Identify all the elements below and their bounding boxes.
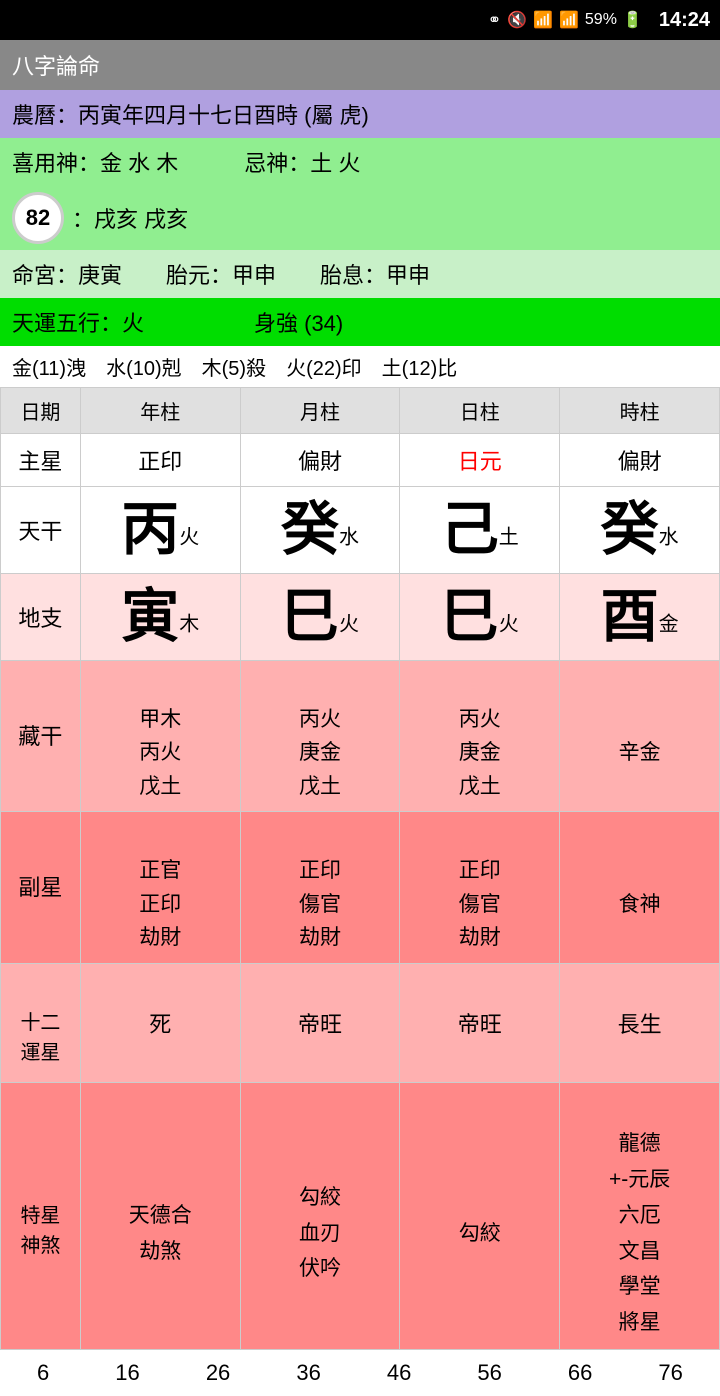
zanggan-label: 藏干	[1, 661, 81, 812]
score-badge: 82	[12, 192, 64, 244]
clock: 14:24	[659, 9, 710, 32]
title-bar: 八字論命	[0, 40, 720, 90]
lunar-calendar-text: 農曆：丙寅年四月十七日酉時 (屬 虎)	[12, 103, 369, 128]
battery-text: 59%	[585, 11, 617, 29]
yunxing-row: 十二 運星 死 帝旺 帝旺 長生	[1, 963, 720, 1082]
zhuxing-col1: 正印	[80, 434, 240, 487]
fuxing-label: 副星	[1, 812, 81, 963]
bluetooth-icon: ⚭	[488, 10, 501, 30]
zhuxing-col2: 偏財	[240, 434, 400, 487]
minggong-text: 命宮：庚寅 胎元：甲申 胎息：甲申	[12, 263, 430, 288]
yunxing-col3: 帝旺	[400, 963, 560, 1082]
dizhi-col3: 巳火	[400, 574, 560, 661]
yunxing-col2: 帝旺	[240, 963, 400, 1082]
xiyong-text: 喜用神：金 水 木 忌神：土 火	[12, 151, 360, 176]
fuxing-col4: 食神	[560, 812, 720, 963]
bottom-num-1: 16	[115, 1360, 139, 1386]
zanggan-row: 藏干 甲木 丙火 戊土 丙火 庚金 戊土 丙火 庚金 戊土 辛金	[1, 661, 720, 812]
xiyong-row: 喜用神：金 水 木 忌神：土 火	[0, 138, 720, 186]
header-col3: 日柱	[400, 388, 560, 434]
texing-col1: 天德合 劫煞	[80, 1082, 240, 1349]
texing-label: 特星 神煞	[1, 1082, 81, 1349]
mute-icon: 🔇	[507, 10, 527, 30]
yunxing-col1: 死	[80, 963, 240, 1082]
texing-col2: 勾絞 血刃 伏吟	[240, 1082, 400, 1349]
status-bar: ⚭ 🔇 📶 📶 59% 🔋 14:24	[0, 0, 720, 40]
minggong-row: 命宮：庚寅 胎元：甲申 胎息：甲申	[0, 250, 720, 298]
tianyun-text: 天運五行：火 身強 (34)	[12, 311, 343, 336]
dizhi-col1: 寅木	[80, 574, 240, 661]
wuxing-text: 金(11)洩 水(10)剋 木(5)殺 火(22)印 土(12)比	[12, 352, 457, 381]
texing-col4: 龍德 +-元辰 六厄 文昌 學堂 將星	[560, 1082, 720, 1349]
tiangan-col1: 丙火	[80, 487, 240, 574]
tiangan-label: 天干	[1, 487, 81, 574]
texing-row: 特星 神煞 天德合 劫煞 勾絞 血刃 伏吟 勾絞 龍德 +-元辰 六厄 文昌 學…	[1, 1082, 720, 1349]
zanggan-col2: 丙火 庚金 戊土	[240, 661, 400, 812]
wuxing-row: 金(11)洩 水(10)剋 木(5)殺 火(22)印 土(12)比	[0, 346, 720, 387]
fuxing-col2: 正印 傷官 劫財	[240, 812, 400, 963]
bottom-num-0: 6	[37, 1360, 49, 1386]
dizhi-col2: 巳火	[240, 574, 400, 661]
yunxing-col4: 長生	[560, 963, 720, 1082]
header-col0: 日期	[1, 388, 81, 434]
lunar-calendar-row: 農曆：丙寅年四月十七日酉時 (屬 虎)	[0, 90, 720, 138]
bottom-num-4: 46	[387, 1360, 411, 1386]
fuxing-col3: 正印 傷官 劫財	[400, 812, 560, 963]
header-col2: 月柱	[240, 388, 400, 434]
zanggan-col1: 甲木 丙火 戊土	[80, 661, 240, 812]
bottom-num-6: 66	[568, 1360, 592, 1386]
tiangan-col3: 己土	[400, 487, 560, 574]
tiangan-row: 天干 丙火 癸水 己土 癸水	[1, 487, 720, 574]
zhuxing-col3: 日元	[400, 434, 560, 487]
zhuxing-col4: 偏財	[560, 434, 720, 487]
zhuxing-row: 主星 正印 偏財 日元 偏財	[1, 434, 720, 487]
bottom-num-5: 56	[477, 1360, 501, 1386]
bottom-numbers-row: 6 16 26 36 46 56 66 76	[0, 1350, 720, 1396]
yunxing-label: 十二 運星	[1, 963, 81, 1082]
dizhi-col4: 酉金	[560, 574, 720, 661]
header-col4: 時柱	[560, 388, 720, 434]
zanggan-col3: 丙火 庚金 戊土	[400, 661, 560, 812]
fuxing-col1: 正官 正印 劫財	[80, 812, 240, 963]
bottom-num-2: 26	[206, 1360, 230, 1386]
wifi-icon: 📶	[533, 10, 553, 30]
app-title: 八字論命	[12, 49, 100, 81]
main-content: 農曆：丙寅年四月十七日酉時 (屬 虎) 喜用神：金 水 木 忌神：土 火 82 …	[0, 90, 720, 1396]
bottom-num-7: 76	[658, 1360, 682, 1386]
bottom-num-3: 36	[296, 1360, 320, 1386]
table-header-row: 日期 年柱 月柱 日柱 時柱	[1, 388, 720, 434]
zhuxing-label: 主星	[1, 434, 81, 487]
texing-col3: 勾絞	[400, 1082, 560, 1349]
fuxing-row: 副星 正官 正印 劫財 正印 傷官 劫財 正印 傷官 劫財 食神	[1, 812, 720, 963]
tianyun-row: 天運五行：火 身強 (34)	[0, 298, 720, 346]
header-col1: 年柱	[80, 388, 240, 434]
dizhi-row: 地支 寅木 巳火 巳火 酉金	[1, 574, 720, 661]
xingchen-row: 82 ：戌亥 戌亥	[0, 186, 720, 250]
battery-icon: 🔋	[623, 10, 643, 30]
signal-icon: 📶	[559, 10, 579, 30]
tiangan-col4: 癸水	[560, 487, 720, 574]
tiangan-col2: 癸水	[240, 487, 400, 574]
xingchen-text: ：戌亥 戌亥	[72, 202, 188, 234]
zanggan-col4: 辛金	[560, 661, 720, 812]
status-icons: ⚭ 🔇 📶 📶 59% 🔋	[488, 10, 643, 30]
bazi-table: 日期 年柱 月柱 日柱 時柱 主星 正印 偏財	[0, 387, 720, 1350]
dizhi-label: 地支	[1, 574, 81, 661]
